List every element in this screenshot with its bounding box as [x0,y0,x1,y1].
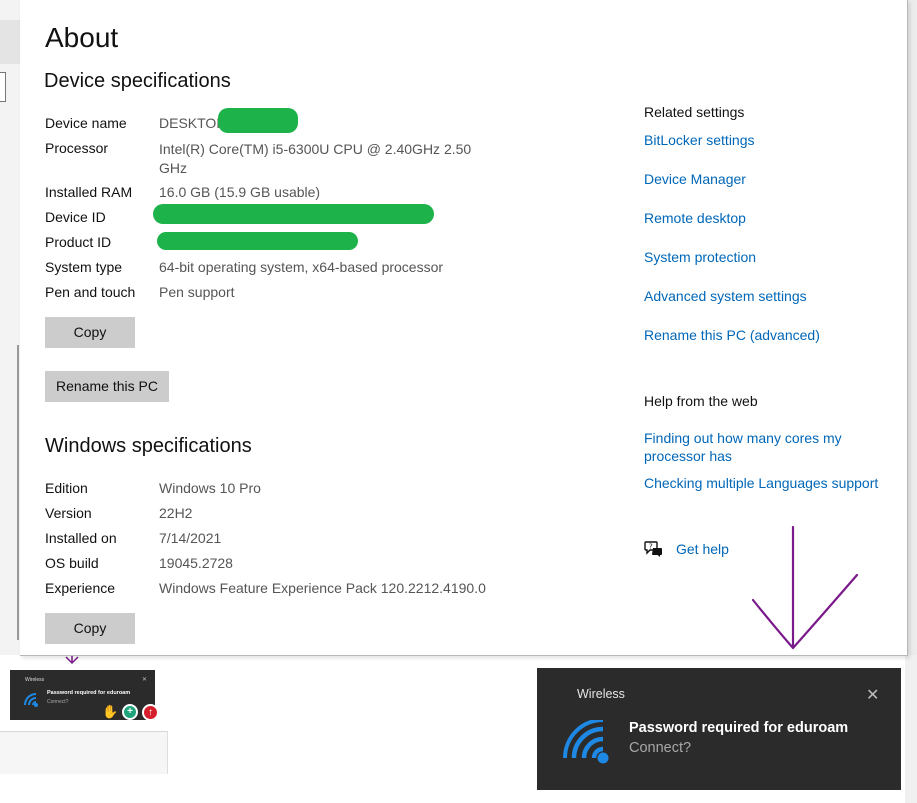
spec-value-installed-ram: 16.0 GB (15.9 GB usable) [159,184,321,200]
help-web-heading: Help from the web [644,393,758,409]
background-window-block [0,20,20,64]
spec-value-edition: Windows 10 Pro [159,480,261,496]
spec-label-edition: Edition [45,480,88,496]
spec-label-product-id: Product ID [45,234,112,250]
help-chat-icon: ? [644,541,662,557]
mini-toast-sub: Connect? [47,699,69,705]
link-device-manager[interactable]: Device Manager [644,170,746,188]
spec-value-processor: Intel(R) Core(TM) i5-6300U CPU @ 2.40GHz… [159,141,472,176]
mini-close-icon: ✕ [141,677,147,683]
link-rename-pc-advanced[interactable]: Rename this PC (advanced) [644,326,820,344]
link-remote-desktop[interactable]: Remote desktop [644,209,746,227]
wifi-icon [563,720,609,764]
link-languages-support[interactable]: Checking multiple Languages support [644,474,878,492]
spec-label-version: Version [45,505,92,521]
spec-label-os-build: OS build [45,555,99,571]
spec-value-version: 22H2 [159,505,193,521]
svg-text:?: ? [649,543,653,551]
rename-pc-button[interactable]: Rename this PC [45,371,169,402]
spec-value-experience: Windows Feature Experience Pack 120.2212… [159,580,486,596]
related-settings-heading: Related settings [644,104,745,120]
spec-label-installed-on: Installed on [45,530,117,546]
toast-connect-prompt[interactable]: Connect? [629,740,691,756]
spec-value-pen-touch: Pen support [159,284,235,300]
get-help-link[interactable]: Get help [676,541,729,557]
copy-device-specs-button[interactable]: Copy [45,317,135,348]
background-input-edge [0,72,6,102]
link-bitlocker-settings[interactable]: BitLocker settings [644,131,755,149]
close-icon[interactable]: ✕ [866,685,879,705]
windows-specs-heading: Windows specifications [45,435,252,457]
spec-label-pen-touch: Pen and touch [45,284,136,300]
spec-value-installed-on: 7/14/2021 [159,530,222,546]
hand-icon: ✋ [102,704,119,719]
spec-label-installed-ram: Installed RAM [45,184,133,200]
copy-windows-specs-button[interactable]: Copy [45,613,135,644]
spec-value-system-type: 64-bit operating system, x64-based proce… [159,259,444,275]
spec-value-os-build: 19045.2728 [159,555,233,571]
background-scrollbar [17,345,19,640]
spec-label-processor: Processor [45,140,109,156]
toast-message: Password required for eduroam [629,720,849,736]
link-advanced-system-settings[interactable]: Advanced system settings [644,287,807,305]
green-app-icon: + [122,704,138,720]
annotation-arrow [751,525,859,650]
page-title: About [45,22,119,53]
redaction-device-name [218,108,298,133]
spec-label-device-id: Device ID [45,209,106,225]
mini-wifi-icon [24,693,38,707]
redaction-device-id [153,204,434,224]
device-specs-heading: Device specifications [44,70,231,92]
spec-value-device-name: DESKTOP [159,115,226,131]
mini-toast-app: Wireless [25,677,45,683]
spec-label-system-type: System type [45,259,123,275]
toast-app-name: Wireless [577,687,625,701]
mini-toast-message: Password required for eduroam [47,690,131,696]
link-processor-cores[interactable]: Finding out how many cores my processor … [644,429,864,465]
red-app-icon: ↑ [142,704,159,721]
mini-taskbar-icons: ✋ + ↑ [102,702,162,722]
background-right-edge [905,655,917,803]
spec-label-device-name: Device name [45,115,127,131]
redaction-product-id [157,232,358,250]
link-system-protection[interactable]: System protection [644,248,756,266]
wireless-notification-toast[interactable]: Wireless ✕ Password required for eduroam… [537,668,901,790]
spec-label-experience: Experience [45,580,116,596]
